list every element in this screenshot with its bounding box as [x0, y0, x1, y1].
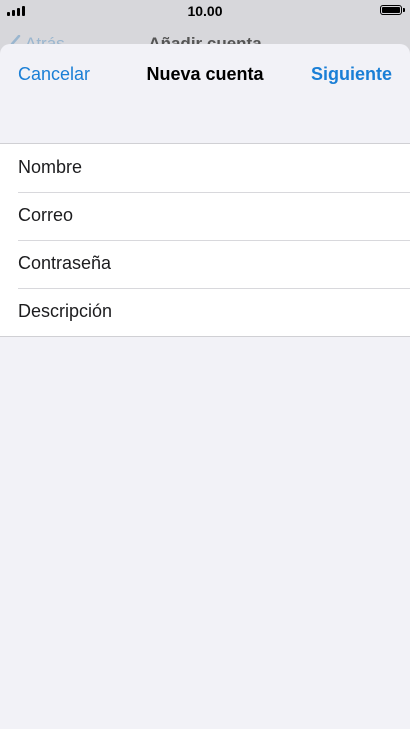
- name-field[interactable]: [18, 144, 398, 191]
- status-time: 10.00: [187, 3, 223, 19]
- status-bar: 10.00: [0, 0, 410, 22]
- email-field[interactable]: [18, 192, 398, 239]
- form-row-email: [0, 192, 410, 240]
- form-row-description: [0, 288, 410, 336]
- next-button[interactable]: Siguiente: [311, 64, 392, 85]
- new-account-sheet: Cancelar Nueva cuenta Siguiente: [0, 44, 410, 729]
- sheet-navigation-bar: Cancelar Nueva cuenta Siguiente: [0, 44, 410, 104]
- form-row-password: [0, 240, 410, 288]
- description-field[interactable]: [18, 288, 398, 335]
- password-field[interactable]: [18, 240, 398, 287]
- battery-icon: [380, 5, 405, 15]
- account-form: [0, 143, 410, 337]
- cancel-button[interactable]: Cancelar: [18, 64, 90, 85]
- form-row-name: [0, 144, 410, 192]
